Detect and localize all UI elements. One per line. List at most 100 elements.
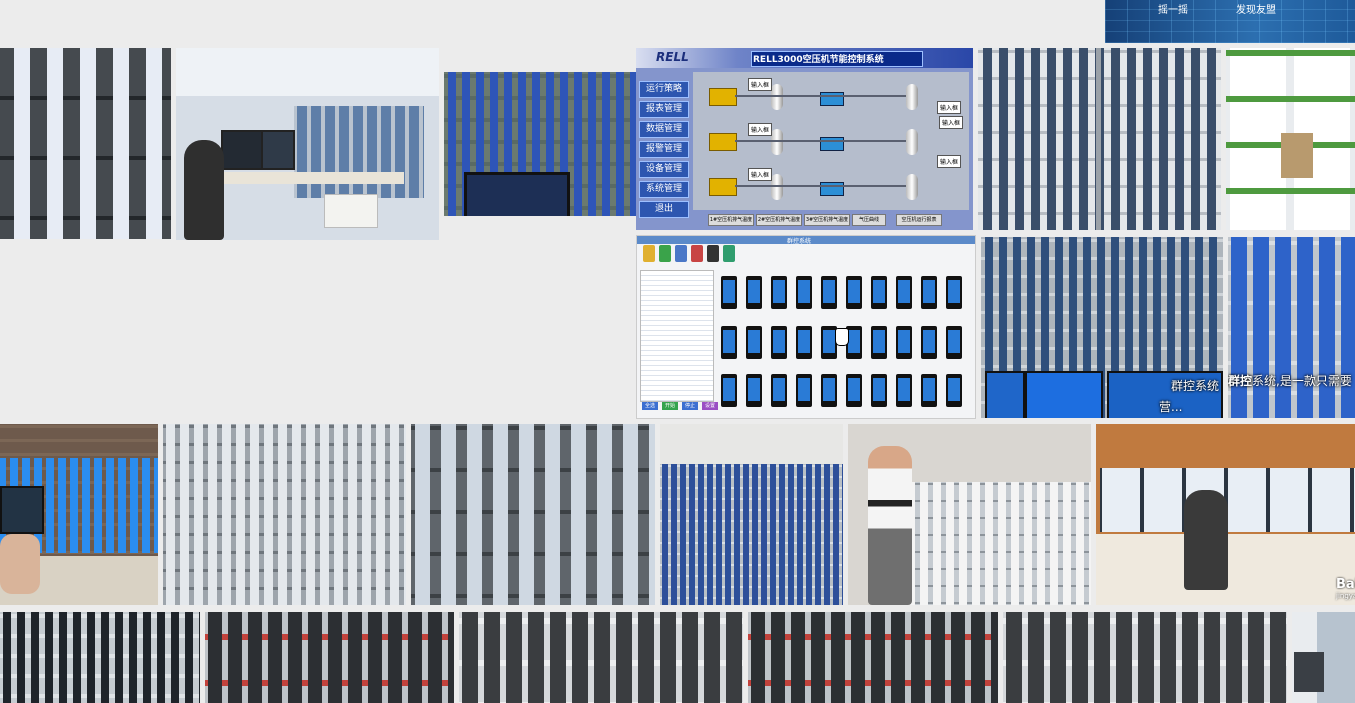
sw-phone-1[interactable]: [721, 276, 737, 309]
image-result-rack-silver-1[interactable]: [459, 612, 743, 703]
shelf-divider: [1096, 48, 1101, 230]
sw-phone-10[interactable]: [946, 276, 962, 309]
sw-tool-icon-5[interactable]: [707, 245, 719, 262]
hmi-input-box-4[interactable]: 输入框: [939, 116, 964, 129]
sw-phone-4[interactable]: [796, 276, 812, 309]
hmi-menu-exit[interactable]: 退出: [639, 201, 689, 218]
hmi-compressor-3: [709, 178, 737, 196]
hmi-menu-data[interactable]: 数据管理: [639, 121, 689, 138]
image-result-rack-silver-2[interactable]: [1003, 612, 1287, 703]
caption-a-line1: 群控系统: [1171, 379, 1220, 393]
hmi-input-box-6[interactable]: 输入框: [937, 101, 962, 114]
image-result-software-screenshot[interactable]: 群控系统 全选 开始 停止 设置: [636, 235, 976, 419]
hmi-btn-pressure-curve[interactable]: 气压曲线: [852, 214, 886, 226]
sw-tool-icon-3[interactable]: [675, 245, 687, 262]
caption-b-text: 系统,是一款只需要: [1252, 374, 1352, 388]
desktop-monitor-1: [985, 371, 1025, 418]
sw-phone-18[interactable]: [896, 326, 912, 359]
sw-phone-14[interactable]: [796, 326, 812, 359]
image-result-phone-rack-grey-2[interactable]: [411, 424, 655, 605]
image-result-hmi-control-system[interactable]: RELL RELL3000空压机节能控制系统 运行策略 报表管理 数据管理 报警…: [636, 48, 973, 230]
image-result-app-grid-partial[interactable]: [1226, 48, 1355, 230]
sw-phone-3[interactable]: [771, 276, 787, 309]
sw-phone-17[interactable]: [871, 326, 887, 359]
desk-laptop: [0, 486, 44, 534]
image-result-workroom-monitors[interactable]: Bai jingya: [1096, 424, 1355, 605]
image-result-phone-rack-grey-1[interactable]: [163, 424, 406, 605]
hmi-brand-logo: RELL: [656, 50, 689, 64]
sw-phone-11[interactable]: [721, 326, 737, 359]
hmi-compressor-2: [709, 133, 737, 151]
sw-phone-12[interactable]: [746, 326, 762, 359]
hmi-menu-device[interactable]: 设备管理: [639, 161, 689, 178]
office-phone-rack: [294, 106, 424, 198]
caption-b-keyword: 群控: [1228, 374, 1253, 388]
sw-phone-27[interactable]: [871, 374, 887, 407]
image-result-phone-wall-monitor[interactable]: [444, 72, 636, 216]
sw-phone-13[interactable]: [771, 326, 787, 359]
sw-tool-icon-2[interactable]: [659, 245, 671, 262]
sw-status-btn-start[interactable]: 开始: [662, 402, 678, 410]
hmi-tank-6: [906, 174, 918, 200]
sw-phone-26[interactable]: [846, 374, 862, 407]
image-result-window-partial[interactable]: [1292, 612, 1355, 703]
window-partial-device: [1294, 652, 1324, 692]
sw-status-btn-stop[interactable]: 停止: [682, 402, 698, 410]
sw-phone-2[interactable]: [746, 276, 762, 309]
hmi-tank-4: [906, 84, 918, 110]
office-cabinet: [324, 194, 378, 228]
hmi-input-box-3[interactable]: 输入框: [748, 168, 773, 181]
hmi-input-box-2[interactable]: 输入框: [748, 123, 773, 136]
sw-phone-21[interactable]: [721, 374, 737, 407]
image-result-classroom-rack[interactable]: [660, 424, 843, 605]
hmi-menu-alarm[interactable]: 报警管理: [639, 141, 689, 158]
image-result-man-with-rack[interactable]: [848, 424, 1091, 605]
sw-phone-29[interactable]: [921, 374, 937, 407]
caption-group-control-a-line2: 营...: [1159, 400, 1183, 414]
sw-tool-icon-6[interactable]: [723, 245, 735, 262]
hmi-input-box-5[interactable]: 输入框: [937, 155, 962, 168]
hmi-btn-temp-2[interactable]: 2#空压机排气温度: [756, 214, 802, 226]
sw-status-btn-select-all[interactable]: 全选: [642, 402, 658, 410]
hmi-btn-run-report[interactable]: 空压机运行报表: [896, 214, 942, 226]
banner-ad[interactable]: 摇一摇 发现友盟: [1105, 0, 1355, 43]
image-result-rack-red-1[interactable]: [205, 612, 454, 703]
image-result-rack-black-white[interactable]: [0, 612, 200, 703]
sw-phone-6[interactable]: [846, 276, 862, 309]
sw-phone-5[interactable]: [821, 276, 837, 309]
caption-group-control-b: 群控系统,是一款只需要: [1228, 373, 1352, 389]
sw-phone-24[interactable]: [796, 374, 812, 407]
image-result-phone-wall-desktops[interactable]: 群控系统 营...: [981, 237, 1223, 418]
hmi-menu-report[interactable]: 报表管理: [639, 101, 689, 118]
sw-phone-7[interactable]: [871, 276, 887, 309]
banner-circuit-decoration: [1105, 0, 1355, 43]
sw-tool-icon-4[interactable]: [691, 245, 703, 262]
sw-tool-icon-1[interactable]: [643, 245, 655, 262]
image-result-desk-operator[interactable]: [0, 424, 158, 605]
sw-phone-19[interactable]: [921, 326, 937, 359]
sw-phone-25[interactable]: [821, 374, 837, 407]
workroom-person: [1184, 490, 1228, 590]
workroom-watermark: Bai jingya: [1336, 578, 1355, 601]
sw-phone-20[interactable]: [946, 326, 962, 359]
sw-phone-9[interactable]: [921, 276, 937, 309]
hmi-input-box-1[interactable]: 输入框: [748, 78, 773, 91]
image-result-rack-red-2[interactable]: [748, 612, 998, 703]
image-result-office-workstation[interactable]: [176, 48, 439, 240]
hmi-btn-temp-1[interactable]: 1#空压机排气温度: [708, 214, 754, 226]
banner-link-shake[interactable]: 摇一摇: [1158, 1, 1188, 16]
hmi-menu-run-strategy[interactable]: 运行策略: [639, 81, 689, 98]
image-result-phone-shelves-white[interactable]: [978, 48, 1221, 230]
sw-phone-23[interactable]: [771, 374, 787, 407]
app-grid-thumb-image: [1281, 133, 1313, 178]
sw-phone-30[interactable]: [946, 374, 962, 407]
image-result-phone-wall-dark[interactable]: [0, 48, 171, 239]
hmi-btn-temp-3[interactable]: 3#空压机排气温度: [804, 214, 850, 226]
banner-link-friends[interactable]: 发现友盟: [1236, 1, 1276, 16]
hmi-menu-system[interactable]: 系统管理: [639, 181, 689, 198]
image-result-blue-phone-wall[interactable]: 群控系统,是一款只需要: [1228, 237, 1355, 418]
sw-status-btn-settings[interactable]: 设置: [702, 402, 718, 410]
sw-phone-28[interactable]: [896, 374, 912, 407]
sw-phone-22[interactable]: [746, 374, 762, 407]
sw-phone-8[interactable]: [896, 276, 912, 309]
